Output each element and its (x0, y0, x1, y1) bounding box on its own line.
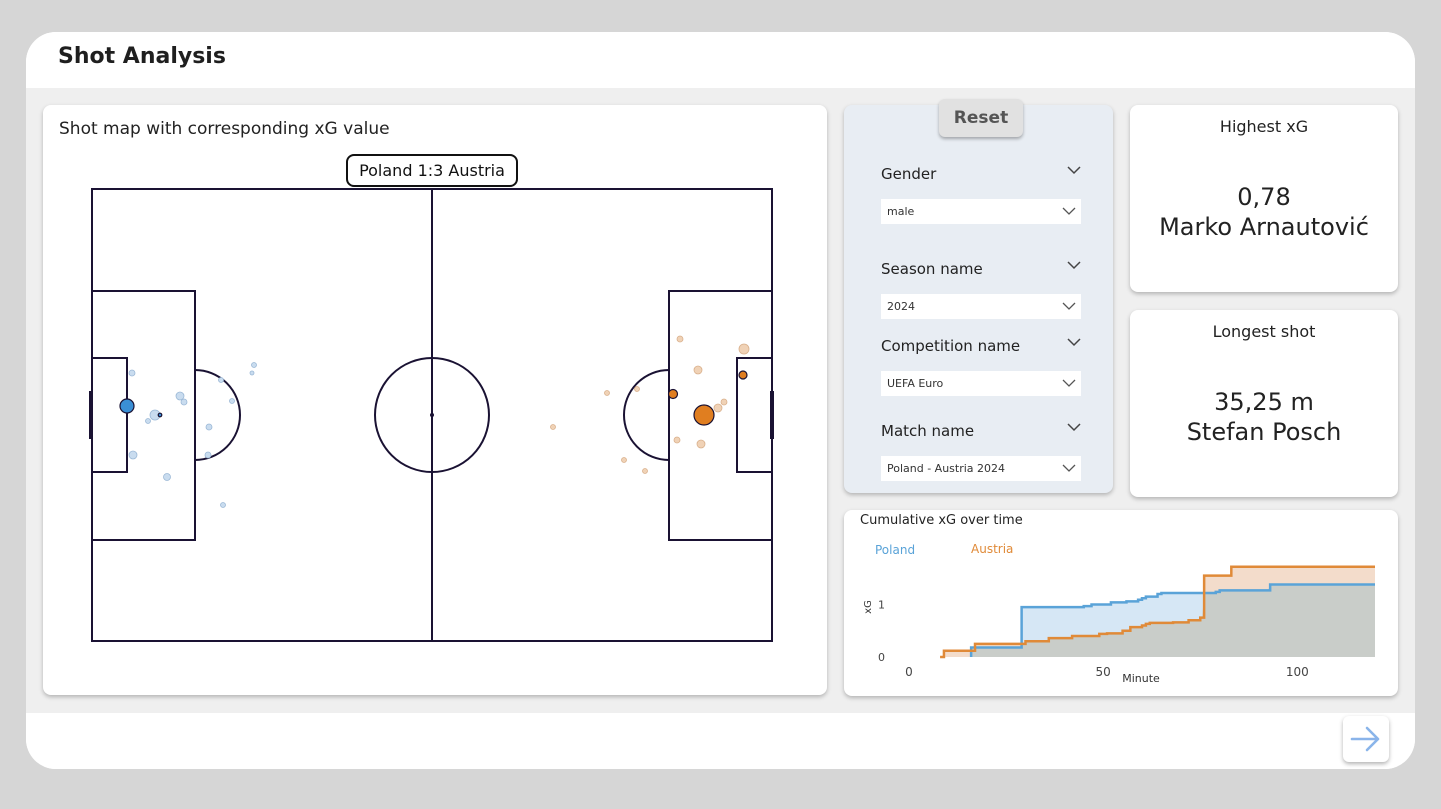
right-penalty-area (668, 290, 773, 541)
x-axis-label: Minute (1122, 672, 1160, 685)
chevron-down-icon[interactable] (1067, 422, 1081, 432)
shot-marker-austria[interactable] (667, 388, 679, 400)
legend-austria: Austria (971, 542, 1013, 556)
y-axis-label: xG (863, 600, 874, 614)
filter-competition-select[interactable]: UEFA Euro (881, 371, 1081, 396)
next-page-button[interactable] (1343, 716, 1389, 762)
shot-marker-austria[interactable] (713, 403, 723, 413)
filter-season-select[interactable]: 2024 (881, 294, 1081, 319)
x-tick-label: 0 (905, 665, 913, 679)
highest-xg-value: 0,78 (1237, 183, 1291, 211)
y-tick-label: 0 (878, 651, 885, 664)
shot-marker-poland[interactable] (180, 398, 188, 406)
shot-marker-poland[interactable] (128, 450, 138, 460)
shot-marker-poland[interactable] (251, 362, 257, 368)
legend-poland: Poland (875, 543, 915, 557)
filter-season: Season name 2024 (881, 260, 1081, 319)
shot-marker-austria[interactable] (693, 404, 715, 426)
chevron-down-icon (1062, 302, 1076, 310)
filter-match-header[interactable]: Match name (881, 422, 1081, 444)
page-title: Shot Analysis (58, 44, 226, 69)
longest-shot-value-block: 35,25 m Stefan Posch (1130, 387, 1398, 447)
shot-marker-poland[interactable] (204, 451, 212, 459)
page-header: Shot Analysis (26, 32, 1415, 88)
reset-button[interactable]: Reset (939, 99, 1023, 137)
longest-shot-card: Longest shot 35,25 m Stefan Posch (1130, 310, 1398, 497)
left-goal-area (91, 357, 128, 473)
highest-xg-value-block: 0,78 Marko Arnautović (1130, 182, 1398, 242)
filter-match: Match name Poland - Austria 2024 (881, 422, 1081, 481)
filter-gender-header[interactable]: Gender (881, 165, 1081, 187)
shot-marker-austria[interactable] (720, 398, 728, 406)
shot-map-pitch: Poland 1:3 Austria (89, 154, 774, 642)
filter-match-select[interactable]: Poland - Austria 2024 (881, 456, 1081, 481)
filter-gender-label: Gender (881, 165, 937, 183)
chevron-down-icon (1062, 464, 1076, 472)
shot-marker-austria[interactable] (738, 343, 750, 355)
filter-competition-value: UEFA Euro (887, 377, 944, 390)
filter-gender: Gender male (881, 165, 1081, 224)
chevron-down-icon[interactable] (1067, 260, 1081, 270)
shot-marker-austria[interactable] (673, 436, 681, 444)
x-tick-label: 50 (1096, 665, 1111, 679)
shot-marker-austria[interactable] (738, 370, 748, 380)
shot-marker-poland[interactable] (220, 502, 226, 508)
shot-map-card: Shot map with corresponding xG value Pol… (43, 105, 827, 695)
longest-shot-player: Stefan Posch (1186, 418, 1342, 446)
shot-marker-poland[interactable] (119, 398, 135, 414)
filters-panel: Reset Gender male Season name 2024 Compe… (844, 99, 1113, 493)
shot-marker-austria[interactable] (621, 457, 627, 463)
shot-marker-austria[interactable] (676, 335, 684, 343)
shot-marker-poland[interactable] (157, 412, 163, 418)
highest-xg-card: Highest xG 0,78 Marko Arnautović (1130, 105, 1398, 292)
chevron-down-icon (1062, 379, 1076, 387)
cumulative-xg-card: Cumulative xG over time 0 50 100 0 1 Poland … (844, 510, 1398, 696)
shot-marker-austria[interactable] (693, 365, 703, 375)
highest-xg-label: Highest xG (1219, 117, 1309, 136)
filter-match-label: Match name (881, 422, 975, 440)
shot-marker-poland[interactable] (249, 370, 255, 376)
shot-marker-poland[interactable] (128, 369, 136, 377)
shot-marker-poland[interactable] (163, 473, 171, 481)
shot-marker-poland[interactable] (175, 391, 185, 401)
longest-shot-value: 35,25 m (1214, 388, 1314, 416)
y-tick-label: 1 (878, 599, 885, 612)
score-label: Poland 1:3 Austria (359, 161, 505, 180)
shot-marker-poland[interactable] (218, 377, 224, 383)
filter-gender-value: male (887, 205, 915, 218)
centre-spot (430, 413, 434, 417)
chevron-down-icon[interactable] (1067, 337, 1081, 347)
arrow-right-icon (1350, 726, 1380, 752)
page-footer (26, 713, 1415, 769)
shot-marker-austria[interactable] (550, 424, 556, 430)
shot-marker-austria[interactable] (696, 439, 706, 449)
chevron-down-icon[interactable] (1067, 165, 1081, 175)
right-penalty-arc (623, 369, 670, 461)
shot-marker-poland[interactable] (205, 423, 213, 431)
shot-marker-austria[interactable] (604, 390, 610, 396)
x-tick-label: 100 (1286, 665, 1309, 679)
highest-xg-player: Marko Arnautović (1159, 213, 1369, 241)
filter-season-label: Season name (881, 260, 983, 278)
filter-gender-select[interactable]: male (881, 199, 1081, 224)
left-penalty-arc (194, 369, 241, 461)
shot-marker-austria[interactable] (634, 386, 640, 392)
left-penalty-area (91, 290, 196, 541)
filter-competition: Competition name UEFA Euro (881, 337, 1081, 396)
filter-match-value: Poland - Austria 2024 (887, 462, 1006, 475)
longest-shot-label: Longest shot (1212, 322, 1316, 341)
chevron-down-icon (1062, 207, 1076, 215)
cumulative-xg-chart: 0 50 100 0 1 Poland Austria xG Minute (863, 542, 1375, 685)
filter-competition-header[interactable]: Competition name (881, 337, 1081, 359)
shot-marker-poland[interactable] (145, 418, 151, 424)
filter-competition-label: Competition name (881, 337, 1021, 355)
shot-marker-austria[interactable] (642, 468, 648, 474)
shots-layer (119, 335, 750, 508)
filter-season-header[interactable]: Season name (881, 260, 1081, 282)
shot-marker-poland[interactable] (229, 398, 235, 404)
filter-season-value: 2024 (887, 300, 915, 313)
